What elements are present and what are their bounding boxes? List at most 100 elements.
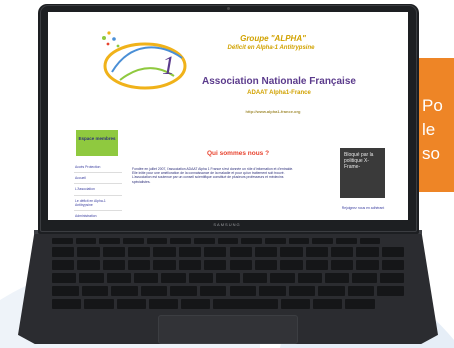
keyboard-key	[377, 286, 404, 296]
site-association-name: Association Nationale Française	[202, 76, 356, 87]
keyboard-key	[178, 247, 202, 257]
main-paragraph: Fondée en juillet 2007, l'association AD…	[132, 167, 294, 184]
keyboard-key	[128, 260, 151, 270]
keyboard-key	[153, 260, 176, 270]
keyboard-key	[52, 299, 82, 309]
site-url[interactable]: http://www.alpha1-france.org	[198, 109, 348, 114]
site-group-title: Groupe "ALPHA"	[240, 34, 306, 43]
svg-text:1: 1	[162, 51, 175, 80]
keyboard-key	[140, 286, 168, 296]
keyboard-key	[194, 238, 215, 244]
keyboard-key	[81, 286, 109, 296]
keyboard-key	[79, 273, 104, 283]
keyboard-key	[77, 247, 100, 257]
keyboard-key	[77, 260, 100, 270]
keyboard-key	[318, 286, 345, 296]
keyboard-key	[243, 273, 268, 283]
promo-line-1: Po	[422, 96, 443, 115]
keyboard-key	[359, 238, 381, 244]
keyboard-key	[178, 260, 202, 270]
keyboard-key	[102, 260, 126, 270]
menu-item-admin[interactable]: Administration	[74, 211, 122, 220]
keyboard-key	[265, 238, 286, 244]
keyboard-key	[111, 286, 138, 296]
keyboard-key	[213, 299, 278, 309]
keyboard-key	[229, 286, 257, 296]
promo-line-2: le	[422, 120, 436, 139]
keyboard-key	[379, 273, 404, 283]
keyboard-key	[52, 238, 73, 244]
keyboard-key	[52, 260, 75, 270]
keyboard-key	[99, 238, 120, 244]
keyboard-key	[381, 247, 404, 257]
menu-item-deficit[interactable]: Le déficit en Alpha-1 Antitrypsine	[74, 196, 122, 212]
keyboard-key	[133, 273, 159, 283]
keyboard-key	[188, 273, 213, 283]
keyboard-key	[336, 238, 357, 244]
site-menu: Accès Protection Accueil L'Association L…	[74, 162, 122, 220]
keyboard-key	[288, 238, 310, 244]
site-adaat-name: ADAAT Alpha1-France	[247, 90, 311, 96]
keyboard-key	[297, 273, 323, 283]
keyboard-key	[128, 247, 151, 257]
menu-item-protection[interactable]: Accès Protection	[74, 162, 122, 174]
keyboard-key	[381, 260, 404, 270]
keyboard-key	[75, 238, 97, 244]
keyboard-key	[312, 238, 333, 244]
keyboard-key	[352, 273, 377, 283]
keyboard-key	[217, 238, 239, 244]
keyboard-key	[170, 238, 191, 244]
keyboard-key	[345, 299, 375, 309]
keyboard-key	[52, 273, 77, 283]
promo-line-3: so	[422, 144, 440, 163]
keyboard-key	[116, 299, 146, 309]
keyboard-key	[288, 286, 316, 296]
keyboard-key	[356, 260, 379, 270]
keyboard-key	[313, 299, 343, 309]
keyboard-key	[305, 247, 328, 257]
keyboard-key	[199, 286, 227, 296]
keyboard-key	[259, 286, 286, 296]
keyboard-key	[123, 238, 144, 244]
touchpad	[158, 315, 298, 344]
keyboard-key	[153, 247, 176, 257]
main-heading: Qui sommes nous ?	[206, 150, 270, 157]
webcam-icon	[227, 7, 230, 10]
keyboard-key	[52, 286, 79, 296]
keyboard-key	[241, 238, 262, 244]
keyboard-key	[204, 260, 227, 270]
keyboard-key	[347, 286, 375, 296]
menu-item-home[interactable]: Accueil	[74, 173, 122, 185]
keyboard-key	[330, 247, 354, 257]
keyboard-key	[325, 273, 350, 283]
keyboard-key	[280, 260, 303, 270]
join-link[interactable]: Rejoignez nous en adhérant	[340, 206, 386, 210]
keyboard-key	[84, 299, 114, 309]
keyboard-key	[102, 247, 126, 257]
keyboard-key	[204, 247, 227, 257]
keyboard-key	[280, 247, 303, 257]
keyboard-key	[229, 247, 252, 257]
keyboard-key	[52, 247, 75, 257]
keyboard-key	[229, 260, 252, 270]
keyboard-key	[254, 247, 278, 257]
keyboard-key	[146, 238, 168, 244]
keyboard-key	[181, 299, 211, 309]
keyboard-key	[356, 247, 379, 257]
laptop-brand: SAMSUNG	[213, 222, 241, 227]
menu-item-association[interactable]: L'Association	[74, 184, 122, 196]
keyboard-key	[106, 273, 131, 283]
menu-members-button[interactable]: Espace membres	[76, 130, 118, 156]
laptop-screen: 1 Groupe "ALPHA" Déficit en Alpha-1 Anti…	[48, 12, 408, 220]
keyboard-key	[305, 260, 328, 270]
keyboard-key	[270, 273, 295, 283]
site-deficit-subtitle: Déficit en Alpha-1 Antitrypsine	[227, 45, 315, 51]
keyboard-key	[254, 260, 278, 270]
keyboard-key	[170, 286, 197, 296]
keyboard-key	[161, 273, 186, 283]
keyboard-key	[148, 299, 179, 309]
keyboard	[52, 238, 404, 312]
keyboard-key	[330, 260, 354, 270]
blocked-frame-notice: Bloqué par la politique X-Frame-	[340, 148, 385, 198]
keyboard-key	[280, 299, 311, 309]
